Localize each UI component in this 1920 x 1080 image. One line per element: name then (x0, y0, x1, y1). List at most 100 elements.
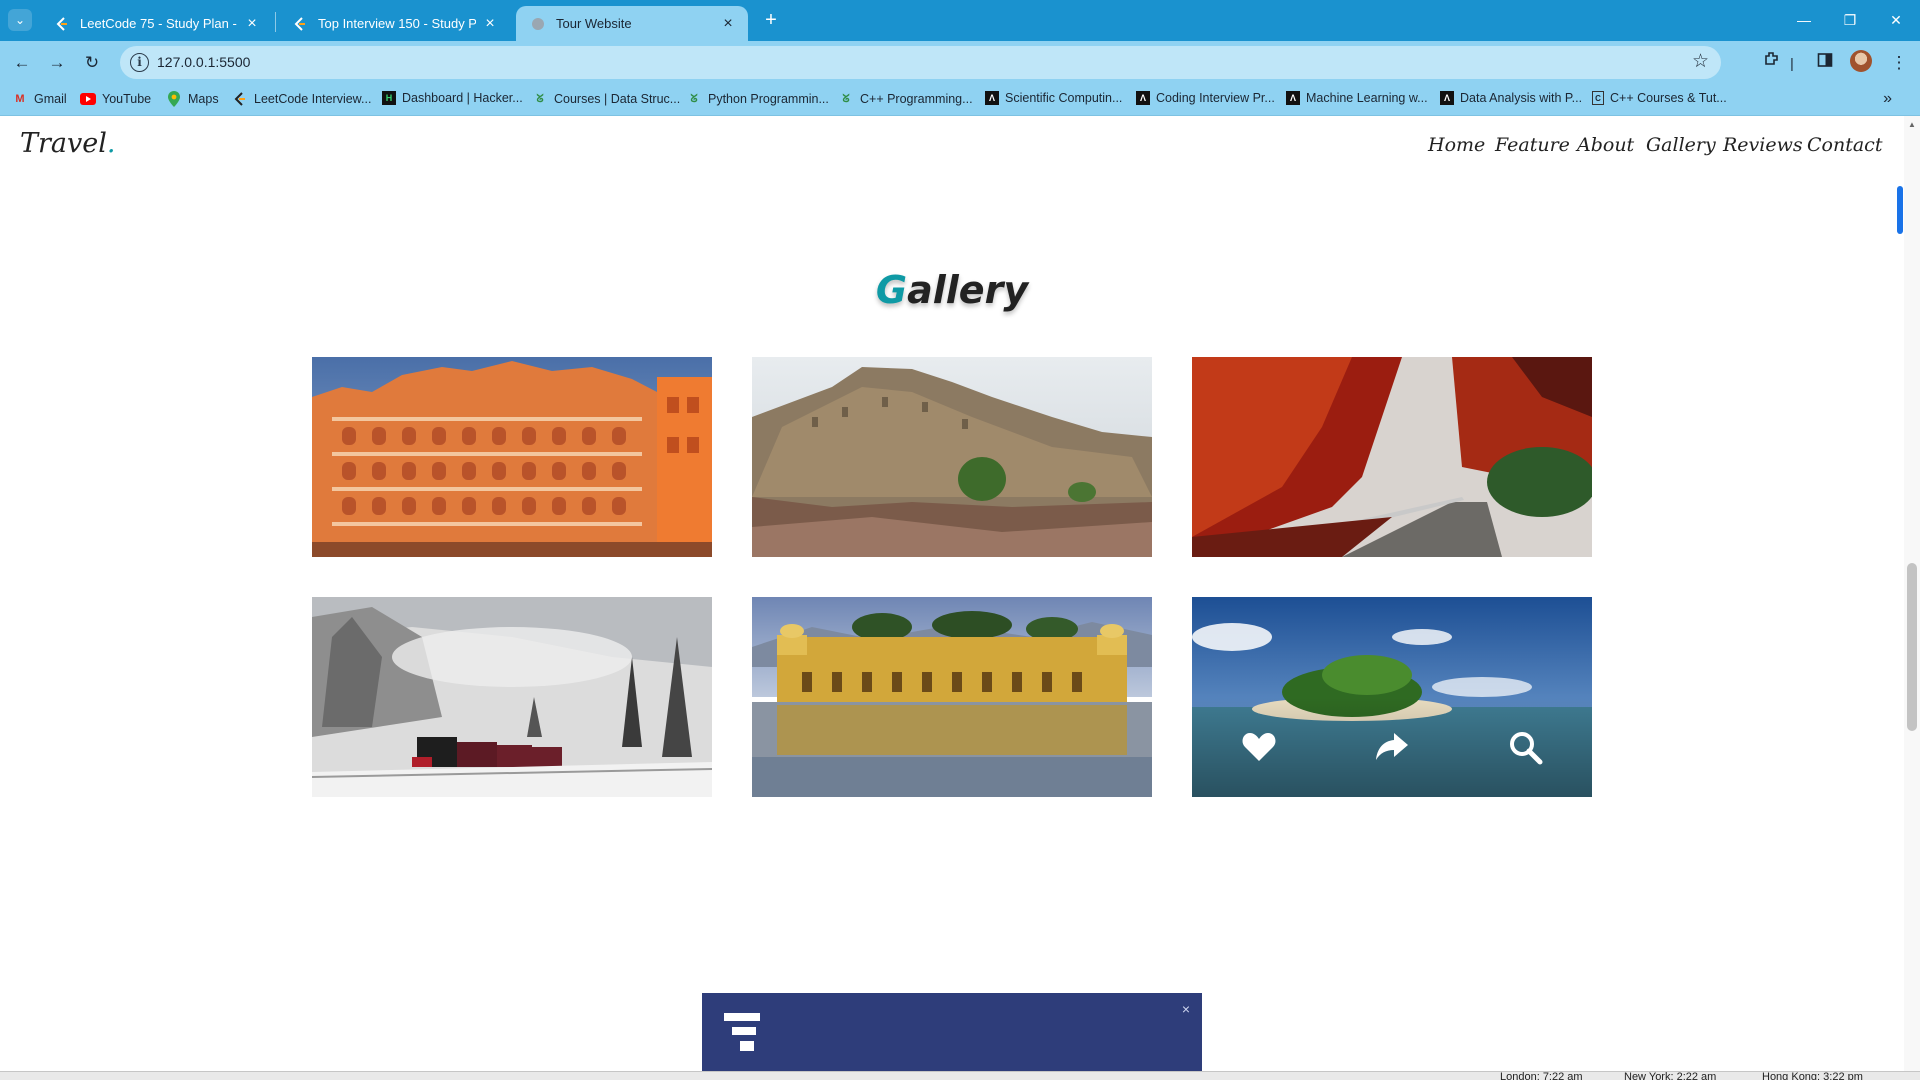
bookmark-label: LeetCode Interview... (254, 92, 372, 106)
share-icon[interactable] (1372, 727, 1412, 767)
minimize-button[interactable]: — (1781, 0, 1827, 41)
maps-pin-icon (166, 91, 182, 107)
bookmark-label: Maps (188, 92, 219, 106)
reload-button[interactable]: ↻ (78, 49, 106, 77)
bookmark-label: YouTube (102, 92, 152, 106)
leetcode-icon (54, 16, 70, 32)
site-info-icon[interactable]: i (130, 53, 149, 72)
bookmark-python[interactable]: ᘜ Python Programmin... (686, 91, 829, 107)
nav-gallery[interactable]: Gallery (1646, 134, 1716, 156)
ad-close-button[interactable]: × (1182, 1001, 1190, 1017)
freecodecamp-icon: Λ (1440, 91, 1454, 105)
nav-contact[interactable]: Contact (1807, 134, 1882, 156)
geeksforgeeks-icon: ᘜ (690, 92, 698, 105)
bookmark-label: Coding Interview Pr... (1156, 91, 1275, 105)
leetcode-icon (232, 91, 248, 107)
bookmark-label: Machine Learning w... (1306, 91, 1428, 105)
ad-logo-icon (724, 1013, 760, 1051)
bookmark-star-icon[interactable]: ☆ (1692, 50, 1709, 73)
gallery-image-steam-train[interactable] (312, 597, 712, 797)
nav-home[interactable]: Home (1428, 134, 1485, 156)
leetcode-icon (292, 16, 308, 32)
clock-new-york: New York: 2:22 am (1624, 1071, 1717, 1080)
geeksforgeeks-icon: ᘜ (842, 92, 850, 105)
close-window-button[interactable]: ✕ (1873, 0, 1919, 41)
bookmark-maps[interactable]: Maps (166, 91, 219, 107)
side-indicator (1897, 186, 1903, 234)
bookmark-label: Scientific Computin... (1005, 91, 1123, 105)
clock-hong-kong: Hong Kong: 3:22 pm (1762, 1071, 1863, 1080)
url-text[interactable]: 127.0.0.1:5500 (157, 54, 250, 70)
geeksforgeeks-icon: ᘜ (536, 92, 544, 105)
document-icon: C (1592, 91, 1604, 105)
heading-accent-letter: G (875, 268, 908, 312)
gallery-image-tropical-island[interactable] (1192, 597, 1592, 797)
bookmark-cpp-programming[interactable]: ᘜ C++ Programming... (838, 91, 972, 107)
globe-icon (530, 16, 546, 32)
bookmark-label: Python Programmin... (708, 92, 829, 106)
freecodecamp-icon: Λ (985, 91, 999, 105)
bookmark-youtube[interactable]: YouTube (80, 91, 151, 107)
close-icon[interactable]: × (720, 15, 736, 33)
back-button[interactable]: ← (8, 49, 36, 77)
youtube-icon (80, 91, 96, 107)
gmail-icon: M (15, 93, 25, 105)
bookmark-data-structures[interactable]: ᘜ Courses | Data Struc... (532, 91, 680, 107)
scrollbar-thumb[interactable] (1907, 563, 1917, 731)
bookmark-coding-interview[interactable]: Λ Coding Interview Pr... (1136, 91, 1275, 105)
tab-title: Top Interview 150 - Study Plan (318, 16, 476, 31)
menu-kebab-icon[interactable]: ⋮ (1886, 50, 1912, 76)
ad-banner[interactable]: × (702, 993, 1202, 1071)
bookmark-label: C++ Courses & Tut... (1610, 91, 1727, 105)
address-bar[interactable]: i 127.0.0.1:5500 ☆ (120, 46, 1721, 79)
browser-toolbar: ← → ↻ i 127.0.0.1:5500 ☆ | ⋮ (0, 41, 1920, 84)
search-icon[interactable] (1505, 727, 1545, 767)
side-panel-icon[interactable] (1812, 50, 1838, 76)
forward-button[interactable]: → (43, 49, 71, 77)
nav-feature[interactable]: Feature (1495, 134, 1570, 156)
bookmark-scientific-computing[interactable]: Λ Scientific Computin... (985, 91, 1122, 105)
tab-separator (275, 12, 276, 32)
bookmark-label: Gmail (34, 92, 67, 106)
bookmark-label: Dashboard | Hacker... (402, 91, 523, 105)
bookmark-leetcode-interview[interactable]: LeetCode Interview... (232, 91, 371, 107)
scroll-up-arrow[interactable]: ▲ (1907, 120, 1917, 129)
gallery-image-water-palace[interactable] (752, 597, 1152, 797)
bookmark-gmail[interactable]: M Gmail (12, 91, 67, 107)
heading-rest: allery (907, 268, 1029, 312)
freecodecamp-icon: Λ (1136, 91, 1150, 105)
tab-search-button[interactable]: ⌄ (8, 9, 32, 31)
gallery-image-palace-facade[interactable] (312, 357, 712, 557)
bookmark-data-analysis[interactable]: Λ Data Analysis with P... (1440, 91, 1582, 105)
logo-text: Travel (20, 128, 107, 159)
site-logo[interactable]: Travel. (20, 128, 115, 159)
gallery-image-autumn-road[interactable] (1192, 357, 1592, 557)
clock-london: London: 7:22 am (1500, 1071, 1583, 1080)
heart-icon[interactable] (1239, 727, 1279, 767)
tab-leetcode-75[interactable]: LeetCode 75 - Study Plan - Leet × (40, 6, 272, 41)
tab-top-interview-150[interactable]: Top Interview 150 - Study Plan × (278, 6, 510, 41)
site-header: Travel. Home Feature About Gallery Revie… (0, 116, 1904, 176)
new-tab-button[interactable]: + (758, 8, 784, 34)
bookmark-label: Data Analysis with P... (1460, 91, 1583, 105)
restore-button[interactable]: ❐ (1827, 0, 1873, 41)
bookmark-machine-learning[interactable]: Λ Machine Learning w... (1286, 91, 1428, 105)
bookmark-cpp-courses[interactable]: C C++ Courses & Tut... (1592, 91, 1727, 105)
tab-tour-website[interactable]: Tour Website × (516, 6, 748, 41)
bookmark-hackerrank[interactable]: H Dashboard | Hacker... (382, 91, 523, 105)
tab-title: LeetCode 75 - Study Plan - Leet (80, 16, 238, 31)
more-bookmarks-icon[interactable]: » (1883, 90, 1892, 108)
bookmark-label: Courses | Data Struc... (554, 92, 681, 106)
extensions-icon[interactable] (1759, 50, 1785, 76)
gallery-image-desert-fort[interactable] (752, 357, 1152, 557)
tab-title: Tour Website (556, 16, 632, 31)
gallery-heading: Gallery (0, 268, 1904, 312)
close-icon[interactable]: × (244, 15, 260, 33)
bookmarks-bar: M Gmail YouTube Maps LeetCode Interview.… (0, 84, 1920, 116)
profile-avatar[interactable] (1850, 50, 1872, 72)
nav-reviews[interactable]: Reviews (1723, 134, 1803, 156)
close-icon[interactable]: × (482, 15, 498, 33)
freecodecamp-icon: Λ (1286, 91, 1300, 105)
nav-about[interactable]: About (1577, 134, 1634, 156)
page-viewport: Travel. Home Feature About Gallery Revie… (0, 116, 1920, 1071)
